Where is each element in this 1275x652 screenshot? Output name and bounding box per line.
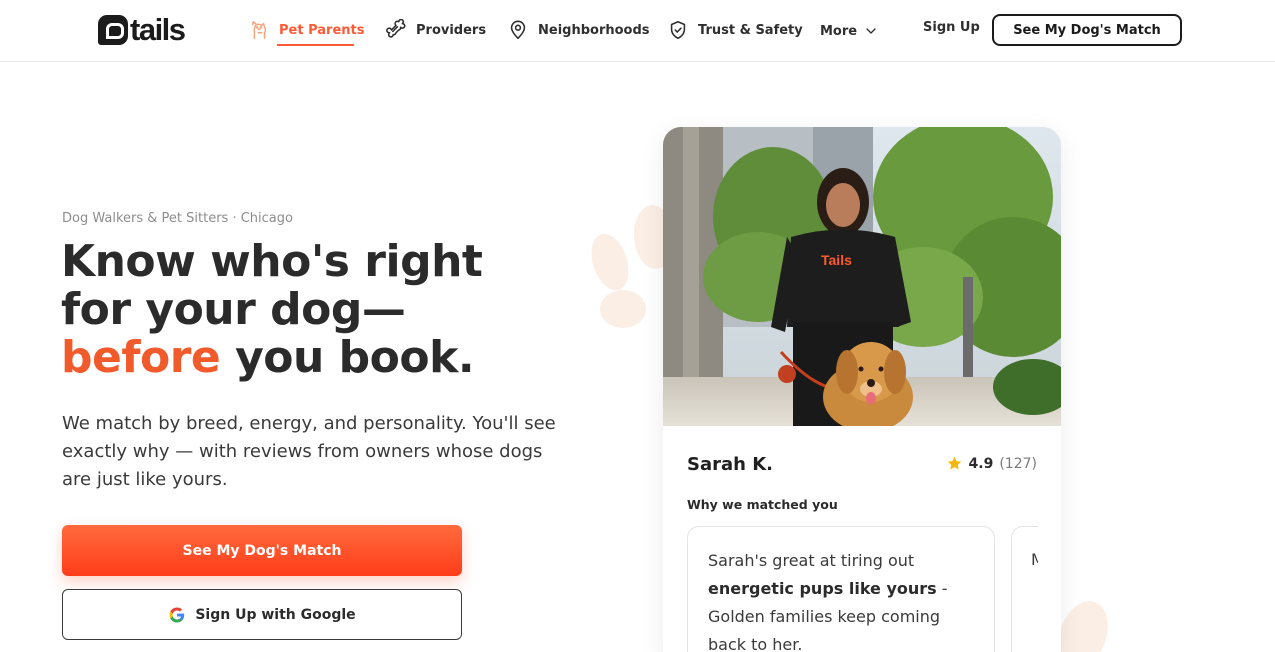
nav-item-label: More: [820, 23, 858, 39]
logo-wordmark: tails: [130, 12, 186, 47]
google-button-label: Sign Up with Google: [195, 606, 356, 623]
chevron-down-icon: [866, 28, 876, 34]
carousel-edge-mask: [1038, 526, 1061, 652]
google-icon: [169, 607, 185, 622]
reason-text-prefix: Sarah's great at tiring out: [708, 551, 915, 570]
hero-subhead: We match by breed, energy, and personali…: [62, 413, 556, 490]
reason-text-bold: energetic pups like yours: [708, 579, 937, 598]
nav-trust-safety[interactable]: Trust & Safety: [667, 16, 803, 44]
walker-with-dog-image: Tails: [663, 127, 1061, 426]
site-header: tails Pet Parents Providers Neighborhood…: [0, 0, 1275, 62]
logo-mark-icon: [98, 15, 128, 45]
map-pin-icon: [510, 20, 526, 40]
bone-icon: [386, 19, 406, 38]
walker-rating: 4.9 (127): [946, 455, 1037, 472]
hero-headline: Know who's right for your dog— before yo…: [61, 238, 581, 382]
nav-pet-parents[interactable]: Pet Parents: [248, 16, 364, 44]
see-my-dogs-match-button[interactable]: See My Dog's Match: [62, 525, 462, 576]
sign-up-link[interactable]: Sign Up: [923, 20, 980, 35]
rating-count: (127): [999, 455, 1037, 472]
headline-accent: before: [61, 332, 221, 383]
headline-line-2: for your dog—: [61, 284, 406, 335]
tails-logo[interactable]: tails: [98, 12, 186, 47]
why-matched-heading: Why we matched you: [687, 497, 838, 512]
dog-icon: [251, 21, 267, 39]
nav-item-label: Providers: [416, 22, 487, 38]
headline-line-1: Know who's right: [61, 236, 483, 287]
shield-check-icon: [670, 20, 686, 40]
walker-name: Sarah K.: [687, 454, 774, 475]
nav-more[interactable]: More: [820, 17, 879, 45]
shirt-logo-text: Tails: [821, 252, 852, 268]
google-signup-button[interactable]: Sign Up with Google: [62, 589, 462, 640]
walker-match-card[interactable]: Tails Sarah K. 4.9 (127) Why we matched …: [663, 127, 1061, 652]
walker-photo: Tails: [663, 127, 1061, 426]
star-icon: [947, 456, 961, 470]
nav-item-label: Neighborhoods: [538, 22, 650, 38]
match-reason-card: Sarah's great at tiring out energetic pu…: [687, 526, 995, 652]
nav-item-label: Pet Parents: [279, 22, 365, 38]
headline-line-3-rest: you book.: [220, 332, 475, 383]
nav-active-underline: [277, 44, 354, 46]
nav-providers[interactable]: Providers: [385, 16, 486, 44]
hero-eyebrow: Dog Walkers & Pet Sitters · Chicago: [62, 211, 293, 226]
nav-neighborhoods[interactable]: Neighborhoods: [507, 16, 650, 44]
rating-value: 4.9: [968, 455, 994, 472]
nav-item-label: Trust & Safety: [698, 22, 803, 38]
header-see-match-button[interactable]: See My Dog's Match: [992, 14, 1182, 46]
